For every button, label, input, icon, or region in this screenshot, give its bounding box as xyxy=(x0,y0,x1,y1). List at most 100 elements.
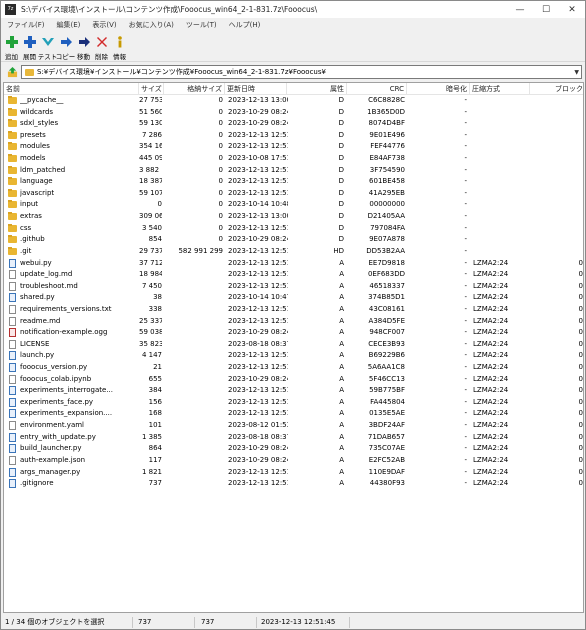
cell-block: 0 xyxy=(578,258,583,267)
table-row[interactable]: webui.py 37 712 2023-12-13 12:51 A EE7D9818 -… xyxy=(4,258,583,270)
column-method[interactable]: 圧縮方式 xyxy=(470,83,530,95)
extract-button[interactable]: 展開 xyxy=(21,32,38,62)
table-row[interactable]: experiments_face.py 156 2023-12-13 12:51 A F… xyxy=(4,397,583,409)
cell-size: 384 xyxy=(148,386,162,395)
cell-modified: 2023-12-13 12:51 xyxy=(228,363,288,372)
move-button[interactable]: 移動 xyxy=(75,32,92,62)
cell-name: experiments_face.py xyxy=(20,397,94,406)
table-row[interactable]: requirements_versions.txt 338 2023-12-13 1… xyxy=(4,304,583,316)
cell-encrypted: - xyxy=(464,467,467,476)
table-row[interactable]: fooocus_version.py 21 2023-12-13 12:51 A 5A6… xyxy=(4,362,583,374)
column-block[interactable]: ブロック xyxy=(530,83,583,95)
cell-encrypted: - xyxy=(464,177,467,186)
table-row[interactable]: shared.py 38 2023-10-14 10:47 A 374B85D1 - LZM… xyxy=(4,292,583,304)
cell-name: input xyxy=(20,200,39,209)
close-button[interactable]: ✕ xyxy=(559,1,585,18)
table-row[interactable]: readme.md 25 337 2023-12-13 12:51 A A384D5FE… xyxy=(4,316,583,328)
table-row[interactable]: fooocus_colab.ipynb 655 2023-10-29 08:24 A 5… xyxy=(4,374,583,386)
add-button[interactable]: 追加 xyxy=(3,32,20,62)
menu-view[interactable]: 表示(V) xyxy=(86,20,122,30)
cell-attributes: A xyxy=(339,270,344,279)
cell-size: 1 821 xyxy=(141,467,162,476)
cell-attributes: D xyxy=(338,154,344,163)
cell-crc: 5A6AA1C8 xyxy=(367,363,405,372)
table-row[interactable]: environment.yaml 101 2023-08-12 01:53 A 3BDF… xyxy=(4,420,583,432)
table-row[interactable]: css 3 540 0 2023-12-13 12:51 D 797084FA - xyxy=(4,223,583,235)
table-row[interactable]: wildcards 51 560 0 2023-10-29 08:24 D 1B365D0… xyxy=(4,107,583,119)
table-row[interactable]: args_manager.py 1 821 2023-12-13 12:51 A 110… xyxy=(4,467,583,479)
table-row[interactable]: extras 309 064 0 2023-12-13 13:00 D D21405AA - xyxy=(4,211,583,223)
info-button[interactable]: 情報 xyxy=(111,32,128,62)
table-row[interactable]: models 445 097 152 0 2023-10-08 17:51 D E84AF… xyxy=(4,153,583,165)
table-row[interactable]: .git 29 737 268 582 991 299 2023-12-13 12:5… xyxy=(4,246,583,258)
cell-block xyxy=(530,130,583,142)
table-row[interactable]: language 18 387 0 2023-12-13 12:51 D 601BE458… xyxy=(4,176,583,188)
column-modified[interactable]: 更新日時 xyxy=(225,83,287,95)
column-packed-size[interactable]: 格納サイズ xyxy=(164,83,225,95)
cell-attributes: A xyxy=(339,281,344,290)
cell-encrypted: - xyxy=(464,258,467,267)
cell-name: modules xyxy=(20,142,50,151)
cell-method xyxy=(473,176,530,188)
cell-size: 21 xyxy=(153,363,162,372)
column-size[interactable]: サイズ xyxy=(139,83,164,95)
table-row[interactable]: javascript 59 107 0 2023-12-13 12:51 D 41A295… xyxy=(4,188,583,200)
column-attributes[interactable]: 属性 xyxy=(287,83,347,95)
cell-method: LZMA2:24 xyxy=(473,374,509,383)
cell-size: 59 038 xyxy=(139,328,162,337)
menu-edit[interactable]: 編集(E) xyxy=(51,20,87,30)
table-row[interactable]: build_launcher.py 864 2023-10-29 08:24 A 735… xyxy=(4,443,583,455)
table-row[interactable]: experiments_expansion.... 168 2023-12-13 1… xyxy=(4,408,583,420)
folder-icon xyxy=(8,165,17,174)
menu-file[interactable]: ファイル(F) xyxy=(1,20,51,30)
cell-packed-size xyxy=(164,455,223,467)
test-button[interactable]: テスト xyxy=(38,32,57,62)
table-row[interactable]: entry_with_update.py 1 385 2023-08-18 08:3… xyxy=(4,432,583,444)
cell-method: LZMA2:24 xyxy=(473,479,509,488)
menu-favorites[interactable]: お気に入り(A) xyxy=(123,20,180,30)
cell-attributes: A xyxy=(339,351,344,360)
cell-packed-size xyxy=(164,408,223,420)
column-encrypted[interactable]: 暗号化 xyxy=(407,83,470,95)
file-list[interactable]: 名前 サイズ 格納サイズ 更新日時 属性 CRC 暗号化 圧縮方式 ブロック _… xyxy=(3,82,584,613)
table-row[interactable]: modules 354 166 0 2023-12-13 12:51 D FEF44776… xyxy=(4,141,583,153)
table-row[interactable]: experiments_interrogate... 384 2023-12-13 … xyxy=(4,385,583,397)
chevron-down-icon[interactable]: ▼ xyxy=(574,69,579,76)
cell-name: launch.py xyxy=(20,351,55,360)
delete-button[interactable]: 削除 xyxy=(93,32,110,62)
table-row[interactable]: ldm_patched 3 882 146 0 2023-12-13 12:51 D 3F… xyxy=(4,165,583,177)
folder-icon xyxy=(8,107,17,116)
cell-name: auth-example.json xyxy=(20,455,86,464)
maximize-button[interactable]: ☐ xyxy=(533,1,559,18)
table-row[interactable]: .gitignore 737 2023-12-13 12:51 A 44380F93 - L… xyxy=(4,478,583,490)
column-crc[interactable]: CRC xyxy=(347,83,407,95)
table-row[interactable]: input 0 0 2023-10-14 10:48 D 00000000 - xyxy=(4,199,583,211)
cell-block: 0 xyxy=(578,316,583,325)
table-row[interactable]: launch.py 4 147 2023-12-13 12:51 A B69229B6 -… xyxy=(4,350,583,362)
table-row[interactable]: troubleshoot.md 7 450 2023-12-13 12:51 A 465… xyxy=(4,281,583,293)
copy-button[interactable]: コピー xyxy=(56,32,75,62)
cell-size: 25 337 xyxy=(139,316,162,325)
status-bar: 1 / 34 個のオブジェクトを選択 737 737 2023-12-13 12… xyxy=(1,615,585,630)
menu-help[interactable]: ヘルプ(H) xyxy=(223,20,267,30)
table-row[interactable]: auth-example.json 117 2023-10-29 08:24 A E2F… xyxy=(4,455,583,467)
cell-block xyxy=(530,118,583,130)
table-row[interactable]: sdxl_styles 59 130 0 2023-10-29 08:24 D 8074D… xyxy=(4,118,583,130)
table-row[interactable]: update_log.md 18 984 2023-12-13 12:51 A 0EF6… xyxy=(4,269,583,281)
cell-modified: 2023-12-13 12:51 xyxy=(228,386,288,395)
extract-label: 展開 xyxy=(23,53,36,61)
window-controls: — ☐ ✕ xyxy=(507,1,585,18)
up-folder-button[interactable] xyxy=(5,65,19,79)
address-field[interactable]: S:¥デバイス環境¥インストール¥コンテンツ作成¥Fooocus_win64_2… xyxy=(21,65,582,79)
cell-size: 51 560 xyxy=(139,107,162,116)
table-row[interactable]: LICENSE 35 823 2023-08-18 08:37 A CECE3B93 - L… xyxy=(4,339,583,351)
table-row[interactable]: .github 854 0 2023-10-29 08:24 D 9E07A878 - xyxy=(4,234,583,246)
menu-tools[interactable]: ツール(T) xyxy=(180,20,223,30)
table-row[interactable]: presets 7 286 0 2023-12-13 12:51 D 9E01E496 - xyxy=(4,130,583,142)
table-row[interactable]: __pycache__ 27 753 0 2023-12-13 13:00 D C6C88… xyxy=(4,95,583,107)
cell-block xyxy=(530,211,583,223)
table-row[interactable]: notification-example.ogg 59 038 2023-10-29… xyxy=(4,327,583,339)
column-name[interactable]: 名前 xyxy=(4,83,139,95)
cell-name: .gitignore xyxy=(20,479,54,488)
minimize-button[interactable]: — xyxy=(507,1,533,18)
